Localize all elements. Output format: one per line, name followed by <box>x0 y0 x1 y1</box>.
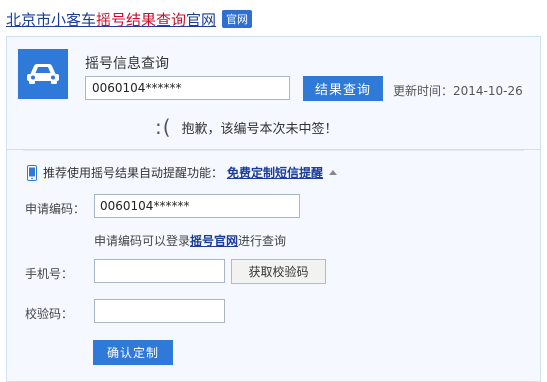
confirm-subscription-button[interactable]: 确认定制 <box>93 340 173 365</box>
promo-row: 推荐使用摇号结果自动提醒功能： 免费定制短信提醒 <box>27 164 338 181</box>
result-message: 抱歉，该编号本次未中签！ <box>181 121 338 137</box>
update-time: 更新时间：2014-10-26 <box>393 82 523 99</box>
verification-code-label: 校验码： <box>25 307 74 321</box>
title-highlight: 摇号结果查询 <box>96 10 187 29</box>
helper-suffix: 进行查询 <box>238 234 287 248</box>
mobile-phone-icon <box>27 164 37 181</box>
phone-input[interactable] <box>94 259 225 283</box>
helper-prefix: 申请编码可以登录 <box>94 234 191 248</box>
phone-label: 手机号： <box>25 267 74 281</box>
lottery-query-card: 摇号信息查询 结果查询 更新时间：2014-10-26 :( 抱歉，该编号本次未… <box>6 36 541 150</box>
sms-reminder-panel: 推荐使用摇号结果自动提醒功能： 免费定制短信提醒 申请编码： 申请编码可以登录摇… <box>6 150 541 382</box>
free-sms-reminder-link[interactable]: 免费定制短信提醒 <box>227 164 323 181</box>
promo-text: 推荐使用摇号结果自动提醒功能： <box>43 166 224 180</box>
query-result-button[interactable]: 结果查询 <box>303 76 383 101</box>
result-message-row: :( 抱歉，该编号本次未中签！ <box>155 115 338 139</box>
update-time-value: 2014-10-26 <box>453 84 523 98</box>
caret-up-icon[interactable] <box>329 170 338 175</box>
title-prefix: 北京市小客车 <box>6 10 97 29</box>
apply-code-helper: 申请编码可以登录摇号官网进行查询 <box>94 232 286 249</box>
lottery-site-link[interactable]: 摇号官网 <box>190 234 238 248</box>
official-badge: 官网 <box>222 10 253 28</box>
sad-face-icon: :( <box>155 115 172 139</box>
update-time-label: 更新时间： <box>393 84 454 98</box>
car-icon-tile <box>18 49 68 99</box>
apply-code-input[interactable] <box>94 194 300 218</box>
car-icon <box>27 64 59 84</box>
apply-code-label: 申请编码： <box>25 202 86 216</box>
page-title-link[interactable]: 北京市小客车摇号结果查询官网 <box>6 9 216 30</box>
query-code-input[interactable] <box>85 76 290 100</box>
panel-divider <box>23 150 524 151</box>
title-suffix: 官网 <box>186 10 217 29</box>
get-verification-code-button[interactable]: 获取校验码 <box>231 259 326 284</box>
verification-code-input[interactable] <box>94 299 225 323</box>
page-header: 北京市小客车摇号结果查询官网 官网 <box>6 6 253 32</box>
query-section-title: 摇号信息查询 <box>85 56 169 72</box>
